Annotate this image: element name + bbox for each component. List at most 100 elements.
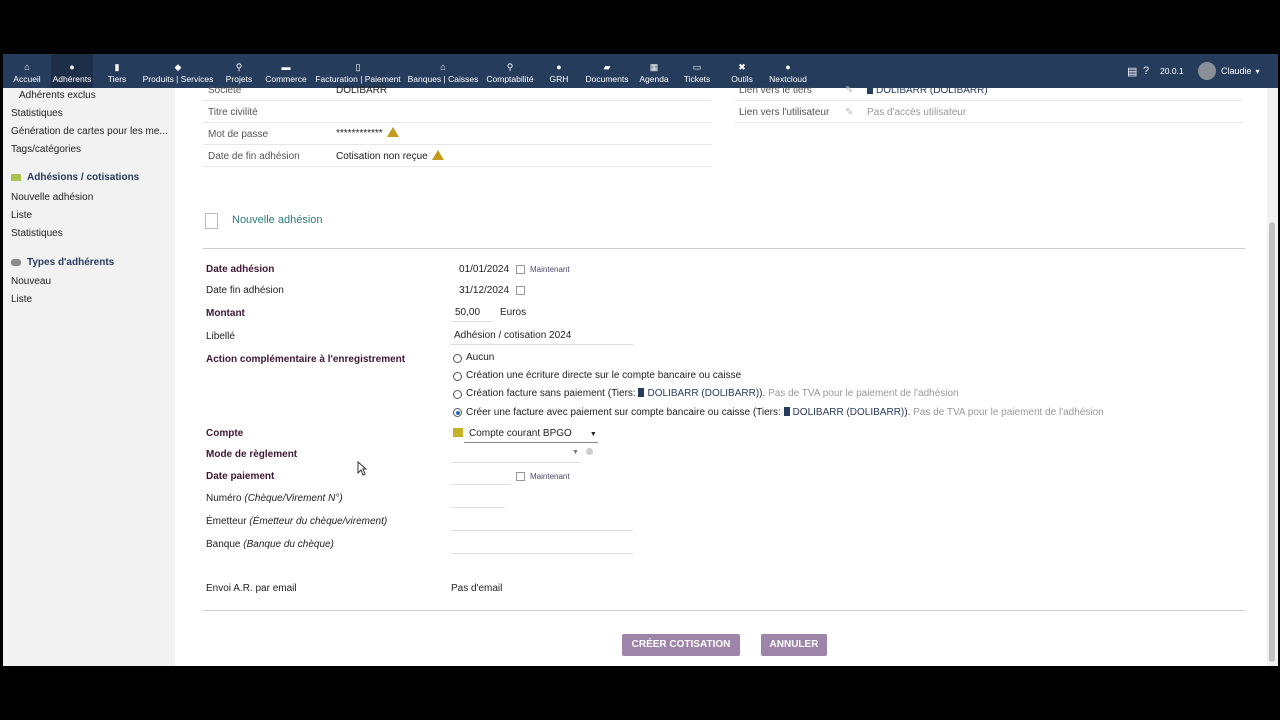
- emetteur-label: Émetteur (Émetteur du chèque/virement): [206, 516, 388, 527]
- file-icon: [205, 213, 218, 229]
- main-content: Société DOLIBARR Titre civilité Mot de p…: [175, 85, 1267, 666]
- radio-ecriture[interactable]: [453, 372, 462, 381]
- numero-input[interactable]: [451, 507, 505, 508]
- scrollbar[interactable]: [1267, 88, 1278, 666]
- menu-liste[interactable]: Liste: [11, 210, 32, 221]
- calendar-icon: ▦: [649, 62, 659, 72]
- warning-icon: [431, 150, 444, 160]
- topnav-projets[interactable]: ⚲ Projets: [219, 54, 259, 88]
- tiers-link[interactable]: DOLIBARR (DOLIBARR): [638, 388, 759, 399]
- titre-label: Titre civilité: [208, 107, 258, 118]
- warning-icon: [386, 127, 399, 137]
- date-paiement-picker: Maintenant: [509, 471, 570, 482]
- banque-input[interactable]: [451, 553, 633, 554]
- building-icon: [638, 388, 645, 397]
- calendar-icon[interactable]: [516, 471, 525, 481]
- pencil-icon[interactable]: ✎: [845, 85, 853, 96]
- folder-icon: ▰: [603, 62, 611, 72]
- menu-statistiques-2[interactable]: Statistiques: [11, 228, 63, 239]
- select-underline: [451, 462, 581, 463]
- compte-select[interactable]: Compte courant BPGO ▼: [453, 428, 597, 439]
- radio-facture[interactable]: [453, 390, 462, 399]
- input-underline: [451, 321, 493, 322]
- topnav-outils[interactable]: ✖ Outils: [726, 54, 758, 88]
- calendar-icon[interactable]: [516, 264, 525, 274]
- calendar-icon[interactable]: [516, 285, 525, 295]
- radio-facture-paiement[interactable]: [453, 408, 462, 417]
- creer-cotisation-button[interactable]: CRÉER COTISATION: [622, 634, 740, 656]
- mouse-cursor-icon: [357, 461, 367, 476]
- pencil-icon[interactable]: ✎: [845, 107, 853, 118]
- menu-statistiques[interactable]: Statistiques: [11, 108, 63, 119]
- topnav-facturation-paiement[interactable]: ▯ Facturation | Paiement: [313, 54, 403, 88]
- help-icon[interactable]: ?: [1143, 65, 1149, 77]
- money-icon: [11, 173, 21, 181]
- annuler-button[interactable]: ANNULER: [761, 634, 827, 656]
- user-menu[interactable]: Claudie ▾: [1198, 60, 1260, 82]
- topnav-accueil[interactable]: ⌂ Accueil: [3, 54, 51, 88]
- ticket-icon: ▭: [692, 62, 702, 72]
- tiers-link[interactable]: DOLIBARR (DOLIBARR): [783, 407, 904, 418]
- menu-liste-2[interactable]: Liste: [11, 294, 32, 305]
- topnav-banques-caisses[interactable]: ⌂ Banques | Caisses: [406, 54, 480, 88]
- form-title: Nouvelle adhésion: [232, 214, 323, 226]
- date-paiement-label: Date paiement: [206, 471, 275, 482]
- banque-label: Banque (Banque du chèque): [206, 539, 334, 550]
- divider: [735, 122, 1243, 123]
- maintenant-link[interactable]: Maintenant: [530, 472, 570, 481]
- topnav-tickets[interactable]: ▭ Tickets: [679, 54, 715, 88]
- sitemap-icon: ⚲: [235, 62, 243, 72]
- divider: [203, 100, 711, 101]
- top-navigation-bar: ⌂ Accueil ● Adhérents ▮ Tiers ◆ Produits | S…: [3, 54, 1278, 88]
- date-adhesion-picker: Maintenant: [509, 264, 570, 275]
- menu-nouvelle-adhesion[interactable]: Nouvelle adhésion: [11, 192, 93, 203]
- search-dollar-icon: ⚲: [506, 62, 514, 72]
- date-paiement-input[interactable]: [451, 484, 511, 485]
- building-icon: [867, 85, 873, 94]
- topnav-adherents[interactable]: ● Adhérents: [51, 54, 93, 88]
- topnav-nextcloud[interactable]: ● Nextcloud: [764, 54, 812, 88]
- topnav-commerce[interactable]: ▬ Commerce: [262, 54, 310, 88]
- chevron-down-icon[interactable]: ▼: [572, 449, 579, 456]
- print-icon[interactable]: ▤: [1127, 65, 1137, 78]
- date-fin-label: Date de fin adhésion: [208, 151, 300, 162]
- topnav-tiers[interactable]: ▮ Tiers: [99, 54, 135, 88]
- libelle-input[interactable]: Adhésion / cotisation 2024: [454, 330, 571, 341]
- emetteur-input[interactable]: [451, 530, 633, 531]
- topnav-agenda[interactable]: ▦ Agenda: [636, 54, 672, 88]
- societe-value: DOLIBARR: [336, 85, 388, 96]
- date-fin-adhesion-label: Date fin adhésion: [206, 285, 284, 296]
- menu-section-adhesions[interactable]: Adhésions / cotisations: [11, 172, 139, 183]
- topnav-produits-services[interactable]: ◆ Produits | Services: [141, 54, 215, 88]
- mot-de-passe-label: Mot de passe: [208, 129, 269, 140]
- menu-tags-categories[interactable]: Tags/catégories: [11, 144, 81, 155]
- action-label: Action complémentaire à l'enregistrement: [206, 354, 406, 365]
- topnav-comptabilite[interactable]: ⚲ Comptabilité: [483, 54, 537, 88]
- home-icon: ⌂: [24, 62, 30, 72]
- scrollbar-thumb[interactable]: [1269, 222, 1275, 662]
- opt-facture-label: Création facture sans paiement (Tiers: D…: [466, 388, 959, 399]
- bank-icon: [453, 428, 463, 437]
- menu-adherents-exclus[interactable]: Adhérents exclus: [19, 90, 96, 101]
- building-icon: [783, 407, 790, 416]
- maintenant-link[interactable]: Maintenant: [530, 265, 570, 274]
- opt-ecriture-label: Création une écriture directe sur le com…: [466, 370, 742, 381]
- divider: [203, 144, 711, 145]
- input-underline: [451, 344, 633, 345]
- divider: [203, 122, 711, 123]
- societe-label: Société: [208, 85, 242, 96]
- menu-nouveau[interactable]: Nouveau: [11, 276, 51, 287]
- topnav-documents[interactable]: ▰ Documents: [582, 54, 632, 88]
- opt-paiement-label: Créer une facture avec paiement sur comp…: [466, 407, 1104, 418]
- montant-input[interactable]: 50,00: [455, 307, 480, 318]
- date-adhesion-input[interactable]: 01/01/2024: [459, 264, 509, 275]
- radio-aucun[interactable]: [453, 354, 462, 363]
- date-fin-adhesion-input[interactable]: 31/12/2024: [459, 285, 509, 296]
- menu-generation-cartes[interactable]: Génération de cartes pour les me...: [11, 126, 168, 137]
- libelle-label: Libellé: [206, 331, 235, 342]
- cube-icon: ◆: [174, 62, 182, 72]
- topnav-grh[interactable]: ● GRH: [543, 54, 575, 88]
- lien-user-value: Pas d'accès utilisateur: [867, 107, 967, 118]
- lien-tiers-link[interactable]: DOLIBARR (DOLIBARR): [867, 85, 988, 96]
- menu-section-types[interactable]: Types d'adhérents: [11, 257, 114, 268]
